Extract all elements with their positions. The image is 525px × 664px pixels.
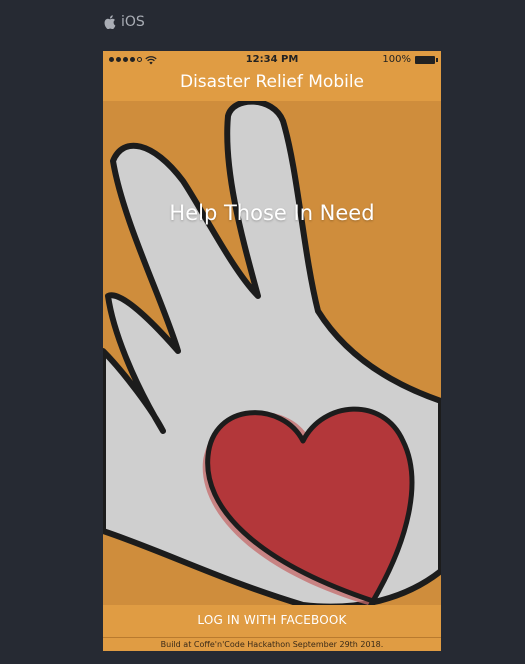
hero-image: Help Those In Need [103,101,441,605]
platform-indicator: iOS [104,14,145,30]
app-header: Disaster Relief Mobile [103,69,441,101]
footer-credit: Build at Coffe'n'Code Hackathon Septembe… [103,637,441,651]
facebook-login-button[interactable]: LOG IN WITH FACEBOOK [103,605,441,635]
status-bar: 12:34 PM 100% [103,51,441,69]
hand-with-heart-illustration [103,101,441,605]
battery-percent: 100% [382,54,411,65]
platform-label: iOS [121,14,145,30]
apple-icon [104,15,116,29]
hero-title: Help Those In Need [169,201,375,225]
battery-icon [415,56,438,64]
phone-screen: 12:34 PM 100% Disaster Relief Mobile Hel… [103,51,441,651]
app-title: Disaster Relief Mobile [179,72,365,92]
